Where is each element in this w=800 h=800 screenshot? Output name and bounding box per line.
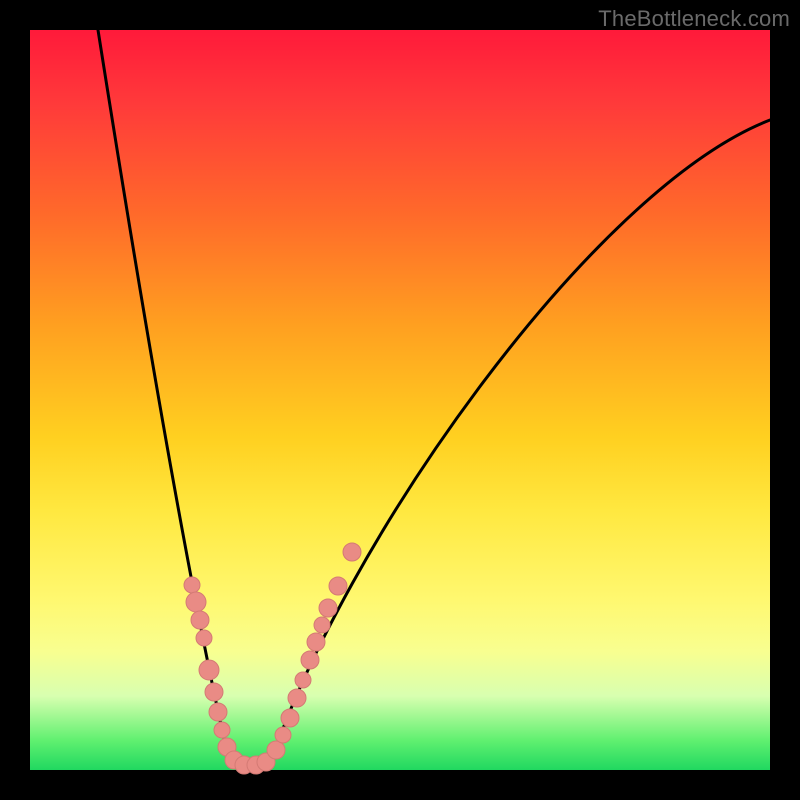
data-marker bbox=[205, 683, 223, 701]
data-marker bbox=[196, 630, 212, 646]
data-marker bbox=[301, 651, 319, 669]
plot-area bbox=[30, 30, 770, 770]
data-marker bbox=[214, 722, 230, 738]
data-marker bbox=[281, 709, 299, 727]
data-marker bbox=[343, 543, 361, 561]
curve-group bbox=[98, 30, 770, 765]
data-marker bbox=[295, 672, 311, 688]
data-marker bbox=[199, 660, 219, 680]
data-marker bbox=[319, 599, 337, 617]
data-marker bbox=[275, 727, 291, 743]
watermark-text: TheBottleneck.com bbox=[598, 6, 790, 32]
data-marker bbox=[288, 689, 306, 707]
data-marker bbox=[209, 703, 227, 721]
marker-group bbox=[184, 543, 361, 774]
data-marker bbox=[329, 577, 347, 595]
chart-svg bbox=[30, 30, 770, 770]
data-marker bbox=[186, 592, 206, 612]
data-marker bbox=[307, 633, 325, 651]
data-marker bbox=[191, 611, 209, 629]
chart-frame: TheBottleneck.com bbox=[0, 0, 800, 800]
data-marker bbox=[314, 617, 330, 633]
data-marker bbox=[267, 741, 285, 759]
bottleneck-curve bbox=[98, 30, 770, 765]
data-marker bbox=[184, 577, 200, 593]
